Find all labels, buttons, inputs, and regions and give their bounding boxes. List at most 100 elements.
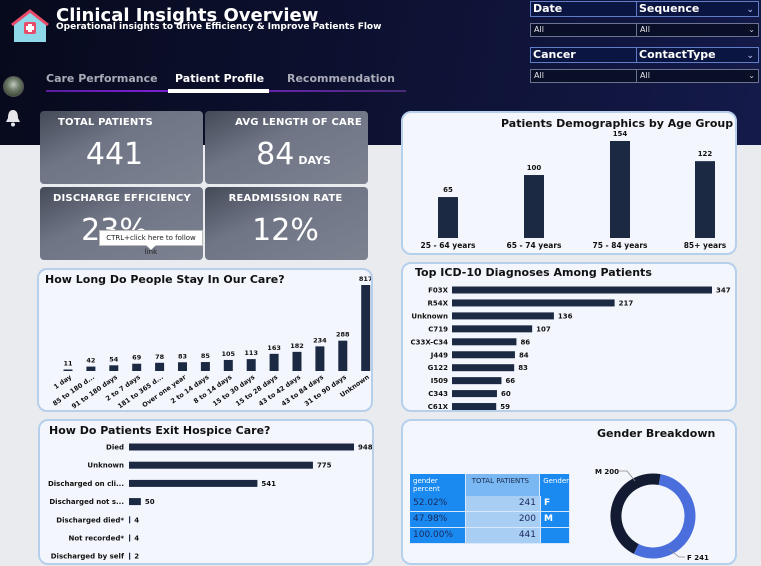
kpi-label: AVG LENGTH OF CARE xyxy=(235,117,362,128)
card-icd10-diagnoses[interactable]: Top ICD-10 Diagnoses Among Patients F03X… xyxy=(401,262,737,412)
tab-care-performance[interactable]: Care Performance xyxy=(46,72,158,85)
link-tooltip: CTRL+click here to follow link xyxy=(99,230,203,256)
category-label: J449 xyxy=(430,351,448,359)
data-label: 65 xyxy=(443,186,453,194)
category-label: Discharged on cli... xyxy=(48,480,124,488)
chart-bar xyxy=(315,346,325,371)
chart-bar xyxy=(438,197,458,238)
data-label: 60 xyxy=(501,390,511,398)
table-cell: 441 xyxy=(465,528,542,544)
filter-sequence-dropdown[interactable]: All ⌄ xyxy=(636,23,759,37)
data-label: 948 xyxy=(358,444,373,452)
chevron-down-icon: ⌄ xyxy=(748,25,755,34)
chart-bar xyxy=(200,362,210,371)
chart-bar xyxy=(610,141,630,238)
data-label: 42 xyxy=(86,357,95,365)
tab-patient-profile[interactable]: Patient Profile xyxy=(175,72,264,85)
kpi-discharge-efficiency: DISCHARGE EFFICIENCY 23% xyxy=(40,187,203,260)
data-label: 347 xyxy=(716,287,731,295)
length-of-stay-chart: 111 day4285 to 180 d...5491 to 180 days6… xyxy=(51,275,371,410)
chart-bar xyxy=(129,498,141,506)
kpi-label: TOTAL PATIENTS xyxy=(58,117,153,128)
kpi-label: DISCHARGE EFFICIENCY xyxy=(53,193,191,204)
data-label: 2 xyxy=(134,553,139,561)
chart-bar xyxy=(129,516,131,524)
chart-bar xyxy=(129,534,131,542)
filter-date-label: Date xyxy=(533,2,563,15)
chart-bar xyxy=(452,286,712,294)
tab-recommendation[interactable]: Recommendation xyxy=(287,72,395,85)
filter-contact-type-label: ContactType xyxy=(639,48,716,61)
data-label: 54 xyxy=(109,355,119,363)
data-label: 66 xyxy=(505,377,515,385)
chart-bar xyxy=(223,359,233,371)
gender-table[interactable]: gender percent TOTAL PATIENTS Gender 52.… xyxy=(410,474,570,544)
filter-cancer[interactable]: Cancer⌄ All⌄ xyxy=(530,47,653,83)
table-cell: F xyxy=(541,496,570,512)
category-label: I509 xyxy=(431,377,448,385)
data-label: 83 xyxy=(518,364,528,372)
data-label: 136 xyxy=(558,312,573,320)
card-hospice-exit[interactable]: How Do Patients Exit Hospice Care? Died 9… xyxy=(38,419,374,565)
dashboard: { "header": { "title": "Clinical Insight… xyxy=(0,0,761,566)
chart-bar xyxy=(452,390,497,398)
column-header[interactable]: gender percent xyxy=(410,474,466,496)
chart-bar xyxy=(132,363,142,371)
slice-label: F 241 xyxy=(687,554,709,562)
category-label: Not recorded* xyxy=(69,535,125,543)
filter-cancer-dropdown[interactable]: All⌄ xyxy=(530,69,653,83)
table-cell: M xyxy=(541,512,570,528)
filter-contact-type[interactable]: ContactType ⌄ All ⌄ xyxy=(636,47,759,83)
filter-date-dropdown[interactable]: All⌄ xyxy=(530,23,653,37)
chart-bar xyxy=(129,461,313,469)
chart-bar xyxy=(361,285,371,371)
kpi-avg-length-of-care: AVG LENGTH OF CARE 84 DAYS xyxy=(205,111,368,184)
column-header[interactable]: TOTAL PATIENTS xyxy=(465,474,541,496)
chart-bar xyxy=(178,362,187,371)
category-label: 85+ years xyxy=(684,241,727,250)
chevron-down-icon: ⌄ xyxy=(748,71,755,80)
data-label: 50 xyxy=(145,498,155,506)
table-row-total[interactable]: 100.00% 441 xyxy=(410,528,570,544)
kpi-label: READMISSION RATE xyxy=(228,193,343,204)
chevron-down-icon: ⌄ xyxy=(746,5,754,15)
kpi-total-patients: TOTAL PATIENTS 441 xyxy=(40,111,203,184)
kpi-value: 84 xyxy=(256,137,295,172)
chart-bar xyxy=(452,299,615,307)
donut-slice xyxy=(610,473,661,554)
avatar[interactable] xyxy=(3,76,24,97)
age-group-chart: 65 25 - 64 years 100 65 - 74 years 154 75 - 8… xyxy=(420,130,727,250)
kpi-value-container: 84 DAYS xyxy=(219,137,368,172)
card-age-demographics[interactable]: Patients Demographics by Age Group 65 25 … xyxy=(401,111,737,255)
bell-icon[interactable] xyxy=(5,109,21,127)
chart-bar xyxy=(524,175,544,238)
category-label: 25 - 64 years xyxy=(420,241,476,250)
column-header[interactable]: Gender xyxy=(540,474,570,496)
table-cell: 100.00% xyxy=(410,528,466,544)
category-label: 65 - 74 years xyxy=(506,241,562,250)
kpi-unit: DAYS xyxy=(298,154,331,167)
data-label: 122 xyxy=(698,150,713,158)
hospital-logo-icon xyxy=(11,9,49,42)
chart-bar xyxy=(452,312,554,320)
data-label: 85 xyxy=(201,352,211,360)
data-label: 541 xyxy=(261,480,276,488)
filter-sequence[interactable]: Sequence ⌄ All ⌄ xyxy=(636,1,759,37)
card-length-of-stay[interactable]: How Long Do People Stay In Our Care? 11 1… xyxy=(37,268,373,412)
category-label: Died xyxy=(106,444,124,452)
table-row[interactable]: 47.98% 200 M xyxy=(410,512,570,528)
table-cell: 52.02% xyxy=(410,496,466,512)
table-row[interactable]: 52.02% 241 F xyxy=(410,496,570,512)
chart-bar xyxy=(129,443,354,451)
kpi-value: 441 xyxy=(85,137,144,172)
data-label: 86 xyxy=(520,338,530,346)
kpi-value: 12% xyxy=(252,213,319,248)
page-subtitle: Operational insights to drive Efficiency… xyxy=(56,22,382,32)
filter-contact-type-dropdown[interactable]: All ⌄ xyxy=(636,69,759,83)
filter-date[interactable]: Date⌄ All⌄ xyxy=(530,1,653,37)
category-label: Unknown xyxy=(87,462,124,470)
data-label: 4 xyxy=(134,535,139,543)
data-label: 105 xyxy=(222,350,236,358)
hospice-exit-chart: Died 948 Unknown 775 Discharged on cli... 541… xyxy=(48,443,373,561)
category-label: Unknown xyxy=(411,312,448,320)
